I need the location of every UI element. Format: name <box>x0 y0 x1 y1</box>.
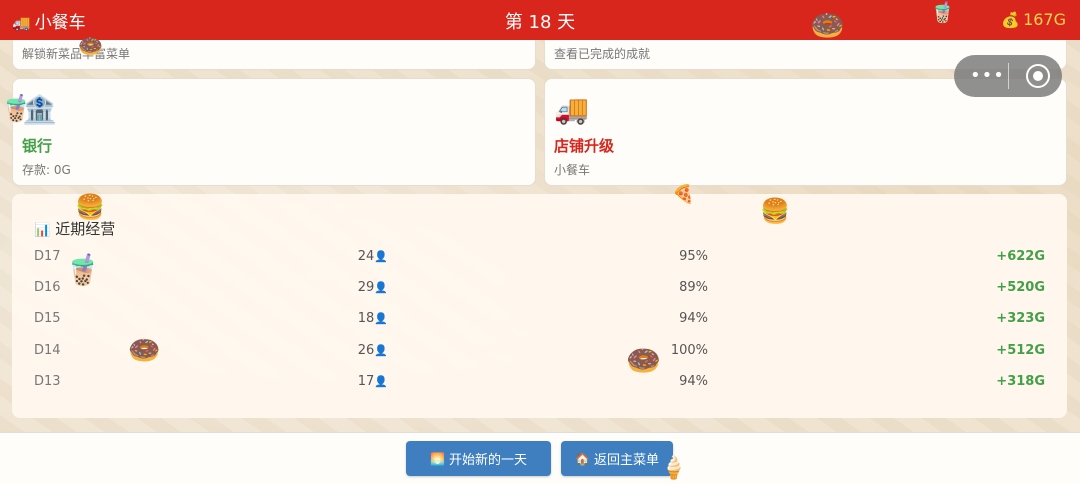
table-row: D17 24👤 95% +622G <box>12 249 1067 269</box>
more-options-icon[interactable]: ••• <box>970 65 1005 86</box>
bank-card[interactable]: 🏦 银行 存款: 0G <box>12 78 536 186</box>
person-icon: 👤 <box>374 344 388 357</box>
bank-icon: 🏦 <box>22 93 57 126</box>
row-customers: 24👤 <box>332 249 388 264</box>
row-profit: +323G <box>996 311 1045 326</box>
return-main-menu-label: 返回主菜单 <box>593 453 659 468</box>
recent-operations-title: 📊 近期经营 <box>34 218 115 239</box>
row-satisfaction: 100% <box>670 343 708 358</box>
row-satisfaction: 94% <box>679 311 708 326</box>
recent-operations-panel: 📊 近期经营 D17 24👤 95% +622G D16 29👤 89% +520… <box>12 194 1067 418</box>
row-satisfaction: 89% <box>679 280 708 295</box>
person-icon: 👤 <box>374 281 388 294</box>
bottom-action-bar: 🌅 开始新的一天 🏠 返回主菜单 <box>0 432 1080 484</box>
row-satisfaction: 95% <box>679 249 708 264</box>
table-row: D16 29👤 89% +520G <box>12 280 1067 300</box>
table-row: D14 26👤 100% +512G <box>12 343 1067 363</box>
capsule-divider <box>1008 63 1009 89</box>
row-day: D14 <box>34 343 61 358</box>
row-profit: +520G <box>996 280 1045 295</box>
start-new-day-label: 开始新的一天 <box>448 453 527 468</box>
row-customers: 18👤 <box>332 311 388 326</box>
sunrise-icon: 🌅 <box>430 451 445 466</box>
row-customer-count: 24 <box>357 249 375 264</box>
row-satisfaction: 94% <box>679 374 708 389</box>
person-icon: 👤 <box>374 250 388 263</box>
row-day: D13 <box>34 374 61 389</box>
bank-card-title: 银行 <box>22 137 53 155</box>
close-target-icon[interactable] <box>1026 64 1050 88</box>
money-bag-icon: 💰 <box>1001 11 1021 29</box>
top-bar: 🚚 小餐车 第 18 天 💰 167G <box>0 0 1080 40</box>
gold-amount: 167G <box>1023 10 1066 29</box>
row-customers: 29👤 <box>332 280 388 295</box>
return-main-menu-button[interactable]: 🏠 返回主菜单 <box>561 441 673 476</box>
row-day: D15 <box>34 311 61 326</box>
day-title: 第 18 天 <box>504 12 576 33</box>
table-row: D15 18👤 94% +323G <box>12 311 1067 331</box>
shop-upgrade-desc: 小餐车 <box>554 163 591 177</box>
achievement-card-desc: 查看已完成的成就 <box>554 47 651 61</box>
row-customer-count: 17 <box>357 374 375 389</box>
person-icon: 👤 <box>374 375 388 388</box>
recent-operations-title-text: 近期经营 <box>55 220 116 238</box>
row-profit: +318G <box>996 374 1045 389</box>
truck-icon: 🚚 <box>554 93 589 126</box>
row-customers: 26👤 <box>332 343 388 358</box>
shop-upgrade-title: 店铺升级 <box>554 137 615 155</box>
mini-program-capsule: ••• <box>954 55 1062 97</box>
person-icon: 👤 <box>374 312 388 325</box>
menu-card-desc: 解锁新菜品丰富菜单 <box>22 47 131 61</box>
gold-display: 💰 167G <box>1001 10 1066 29</box>
row-profit: +622G <box>996 249 1045 264</box>
row-customer-count: 29 <box>357 280 375 295</box>
start-new-day-button[interactable]: 🌅 开始新的一天 <box>406 441 551 476</box>
truck-icon: 🚚 <box>12 14 31 32</box>
row-customer-count: 26 <box>357 343 375 358</box>
table-row: D13 17👤 94% +318G <box>12 374 1067 394</box>
row-day: D16 <box>34 280 61 295</box>
app-title: 🚚 小餐车 <box>12 8 86 33</box>
row-day: D17 <box>34 249 61 264</box>
house-icon: 🏠 <box>575 451 590 466</box>
bank-card-desc: 存款: 0G <box>22 163 71 177</box>
row-customer-count: 18 <box>357 311 375 326</box>
row-profit: +512G <box>996 343 1045 358</box>
bar-chart-icon: 📊 <box>34 223 51 238</box>
app-title-text: 小餐车 <box>34 13 86 33</box>
row-customers: 17👤 <box>332 374 388 389</box>
